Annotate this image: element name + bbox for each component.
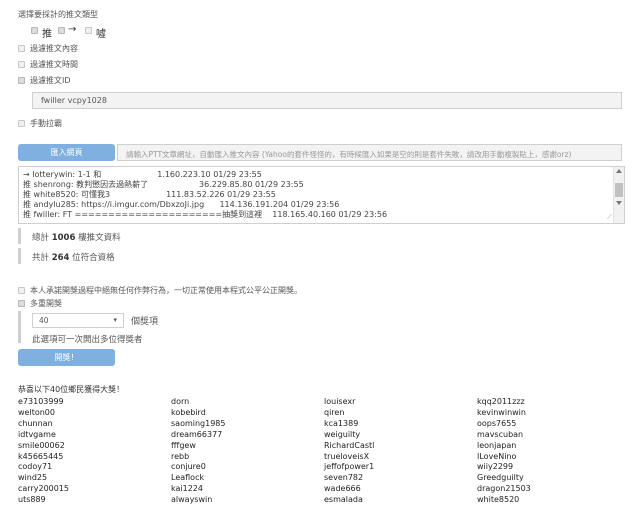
winner-name: wiiy2299 — [477, 462, 514, 472]
winner-name: kevinwinwin — [477, 407, 526, 417]
winner-name: oops7655 — [477, 418, 517, 428]
winner-name: weiguilty — [324, 429, 361, 439]
winner-name: kai1224 — [171, 484, 203, 494]
id-filter-input[interactable]: fwiller vcpy1028 — [32, 92, 622, 109]
winner-name: Greedguilty — [477, 473, 524, 483]
winner-name: uts889 — [18, 495, 46, 505]
prize-count-unit: 個獎項 — [131, 317, 159, 327]
comment-line: 推 fwiller: FT ======================抽獎到這… — [23, 210, 388, 219]
url-input[interactable]: 請輸入PTT文章網址，自動匯入推文內容 (Yahoo的套件怪怪的，有時候匯入如果… — [117, 144, 622, 161]
section-title: 選擇要採計的推文類型 — [18, 10, 98, 19]
filter-id-label: 過濾推文ID — [30, 76, 71, 85]
winner-name: leonjapan — [477, 440, 517, 450]
pledge-label: 本人承諾開獎過程中絕無任何作弊行為，一切正常使用本程式公平公正開獎。 — [30, 286, 302, 295]
winner-name: alwayswin — [171, 495, 213, 505]
push-type-checkbox-push[interactable] — [31, 27, 38, 34]
filter-time-checkbox[interactable] — [18, 61, 25, 68]
winner-name: RichardCastl — [324, 440, 375, 450]
push-type-label-boo: 噓 — [96, 29, 106, 40]
winner-name: dorn — [171, 397, 190, 406]
filter-time-label: 過濾推文時間 — [30, 60, 78, 69]
winner-name: jeffofpower1 — [324, 462, 375, 472]
push-type-checkbox-arrow[interactable] — [58, 27, 65, 34]
resize-handle-icon[interactable]: ⟋ — [607, 213, 612, 222]
winner-name: fffgew — [171, 440, 196, 450]
scroll-down-icon[interactable] — [616, 201, 622, 205]
winner-name: kobebird — [171, 407, 206, 417]
multi-prize-checkbox[interactable] — [18, 300, 25, 307]
winner-name: conjure0 — [171, 462, 206, 472]
import-button[interactable]: 匯入網頁 — [18, 144, 115, 161]
winner-name: rebb — [171, 451, 190, 461]
winner-name: saoming1985 — [171, 418, 226, 428]
total-stat: 總計 1006 樓推文資料 — [32, 233, 121, 243]
winner-name: kqq2011zzz — [477, 397, 525, 406]
filter-content-checkbox[interactable] — [18, 45, 25, 52]
winner-name: louisexr — [324, 397, 356, 406]
chevron-down-icon: ▾ — [113, 316, 117, 324]
winner-name: seven782 — [324, 473, 364, 483]
push-type-checkbox-boo[interactable] — [85, 27, 92, 34]
draw-button[interactable]: 開獎！ — [18, 349, 115, 366]
scroll-thumb[interactable] — [615, 183, 623, 197]
qualified-stat: 共計 264 位符合資格 — [32, 253, 115, 263]
manual-label: 手動拉霸 — [30, 119, 62, 128]
winner-name: idtvgame — [18, 429, 56, 439]
push-type-label-push: 推 — [42, 29, 52, 40]
winner-name: ILoveNino — [477, 451, 517, 461]
winner-name: dragon21503 — [477, 484, 531, 494]
winner-name: dream66377 — [171, 429, 223, 439]
prize-bar — [18, 311, 21, 343]
winner-name: smile00062 — [18, 440, 65, 450]
winner-name: kca1389 — [324, 418, 359, 428]
winner-name: e73103999 — [18, 397, 64, 406]
winners-title: 恭喜以下40位鄉民獲得大獎！ — [18, 385, 125, 394]
multi-prize-label: 多重開獎 — [30, 299, 62, 308]
winner-name: qiren — [324, 407, 345, 417]
prize-hint: 此選項可一次開出多位得獎者 — [32, 335, 143, 345]
winner-name: esmalada — [324, 495, 363, 505]
push-type-label-arrow: → — [68, 24, 77, 35]
manual-checkbox[interactable] — [18, 120, 25, 127]
winner-name: chunnan — [18, 418, 53, 428]
winner-name: codoy71 — [18, 462, 53, 472]
winner-name: Leaflock — [171, 473, 205, 483]
comments-textarea[interactable]: → lotterywin: 1-1 和 1.160.223.10 01/29 2… — [18, 166, 625, 224]
winner-name: welton00 — [18, 407, 55, 417]
comments-scrollbar[interactable] — [613, 167, 624, 223]
winner-name: wind25 — [18, 473, 48, 483]
stat-bar — [18, 248, 21, 264]
filter-id-checkbox[interactable] — [18, 77, 25, 84]
winner-name: k45665445 — [18, 451, 64, 461]
winner-name: trueloveisX — [324, 451, 370, 461]
prize-count-value: 40 — [39, 316, 49, 325]
winner-name: mavscuban — [477, 429, 524, 439]
scroll-up-icon[interactable] — [616, 169, 622, 173]
winner-name: wade666 — [324, 484, 361, 494]
stat-bar — [18, 228, 21, 244]
filter-content-label: 過濾推文內容 — [30, 44, 78, 53]
winner-name: white8520 — [477, 495, 520, 505]
prize-count-select[interactable]: 40 ▾ — [32, 313, 124, 328]
winner-name: carry200015 — [18, 484, 70, 494]
pledge-checkbox[interactable] — [18, 287, 25, 294]
